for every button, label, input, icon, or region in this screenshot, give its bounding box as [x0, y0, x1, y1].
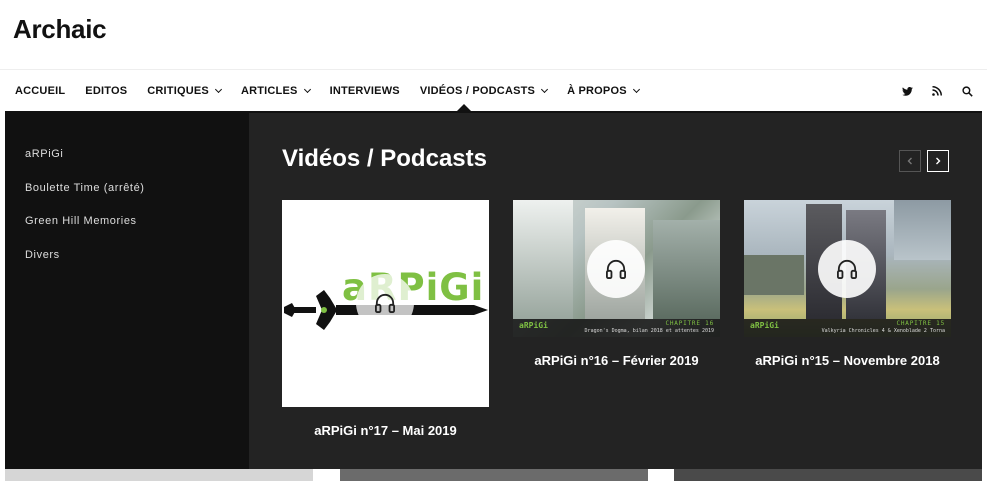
- thumbnail-caption-strip: aRPiGi CHAPITRE 16 Dragon's Dogma, bilan…: [513, 319, 720, 337]
- headphones-icon: [606, 259, 626, 279]
- mega-menu-videos-podcasts: aRPiGi Boulette Time (arrêté) Green Hill…: [5, 111, 982, 469]
- podcast-card-title[interactable]: aRPiGi n°17 – Mai 2019: [282, 423, 489, 438]
- sidebar-item-arpigi[interactable]: aRPiGi: [25, 148, 63, 160]
- podcast-card-title[interactable]: aRPiGi n°16 – Février 2019: [513, 353, 720, 368]
- mega-menu-title: Vidéos / Podcasts: [282, 145, 487, 172]
- carousel-next-button[interactable]: [927, 150, 949, 172]
- twitter-icon[interactable]: [901, 85, 913, 97]
- chevron-down-icon: [632, 85, 640, 93]
- chevron-right-icon: [936, 157, 941, 165]
- play-button[interactable]: [587, 240, 645, 298]
- rss-icon[interactable]: [931, 85, 943, 97]
- chevron-down-icon: [303, 85, 311, 93]
- dropdown-caret: [457, 104, 471, 111]
- play-button[interactable]: [818, 240, 876, 298]
- nav-item-articles[interactable]: Articles: [241, 85, 311, 97]
- chevron-down-icon: [214, 85, 222, 93]
- podcast-card-15[interactable]: aRPiGi CHAPITRE 15 Valkyria Chronicles 4…: [744, 200, 951, 368]
- podcast-card-title[interactable]: aRPiGi n°15 – Novembre 2018: [744, 353, 951, 368]
- nav-item-critiques[interactable]: Critiques: [147, 85, 222, 97]
- podcast-card-16[interactable]: aRPiGi CHAPITRE 16 Dragon's Dogma, bilan…: [513, 200, 720, 368]
- carousel-prev-button[interactable]: [899, 150, 921, 172]
- podcast-thumbnail[interactable]: aRPiGi CHAPITRE 15 Valkyria Chronicles 4…: [744, 200, 951, 337]
- sidebar-item-boulette-time[interactable]: Boulette Time (arrêté): [25, 182, 145, 194]
- mega-menu-sidebar: aRPiGi Boulette Time (arrêté) Green Hill…: [5, 113, 249, 469]
- nav-item-a-propos[interactable]: À propos: [567, 85, 640, 97]
- headphones-icon: [374, 293, 395, 313]
- sidebar-item-divers[interactable]: Divers: [25, 249, 60, 261]
- sidebar-item-green-hill-memories[interactable]: Green Hill Memories: [25, 215, 137, 227]
- search-icon[interactable]: [961, 85, 973, 97]
- headphones-icon: [837, 259, 857, 279]
- nav-item-interviews[interactable]: Interviews: [330, 85, 400, 97]
- nav-item-videos-podcasts[interactable]: Vidéos / Podcasts: [420, 85, 549, 97]
- play-button[interactable]: [356, 274, 414, 332]
- nav-social-icons: [901, 70, 973, 112]
- background-post-thumbnail: [5, 469, 313, 481]
- nav-item-accueil[interactable]: Accueil: [15, 85, 65, 97]
- podcast-card-17[interactable]: aRPiGi aRPiGi n°17 – Mai 2019: [282, 200, 489, 438]
- podcast-thumbnail[interactable]: aRPiGi CHAPITRE 16 Dragon's Dogma, bilan…: [513, 200, 720, 337]
- main-nav: Accueil Editos Critiques Articles Interv…: [0, 69, 987, 111]
- background-post-thumbnail: [340, 469, 648, 481]
- chevron-left-icon: [907, 157, 912, 165]
- chevron-down-icon: [541, 85, 549, 93]
- site-title[interactable]: Archaic: [13, 14, 107, 45]
- thumbnail-caption-strip: aRPiGi CHAPITRE 15 Valkyria Chronicles 4…: [744, 319, 951, 337]
- podcast-thumbnail[interactable]: aRPiGi: [282, 200, 489, 407]
- background-post-thumbnail: [674, 469, 982, 481]
- nav-item-editos[interactable]: Editos: [85, 85, 127, 97]
